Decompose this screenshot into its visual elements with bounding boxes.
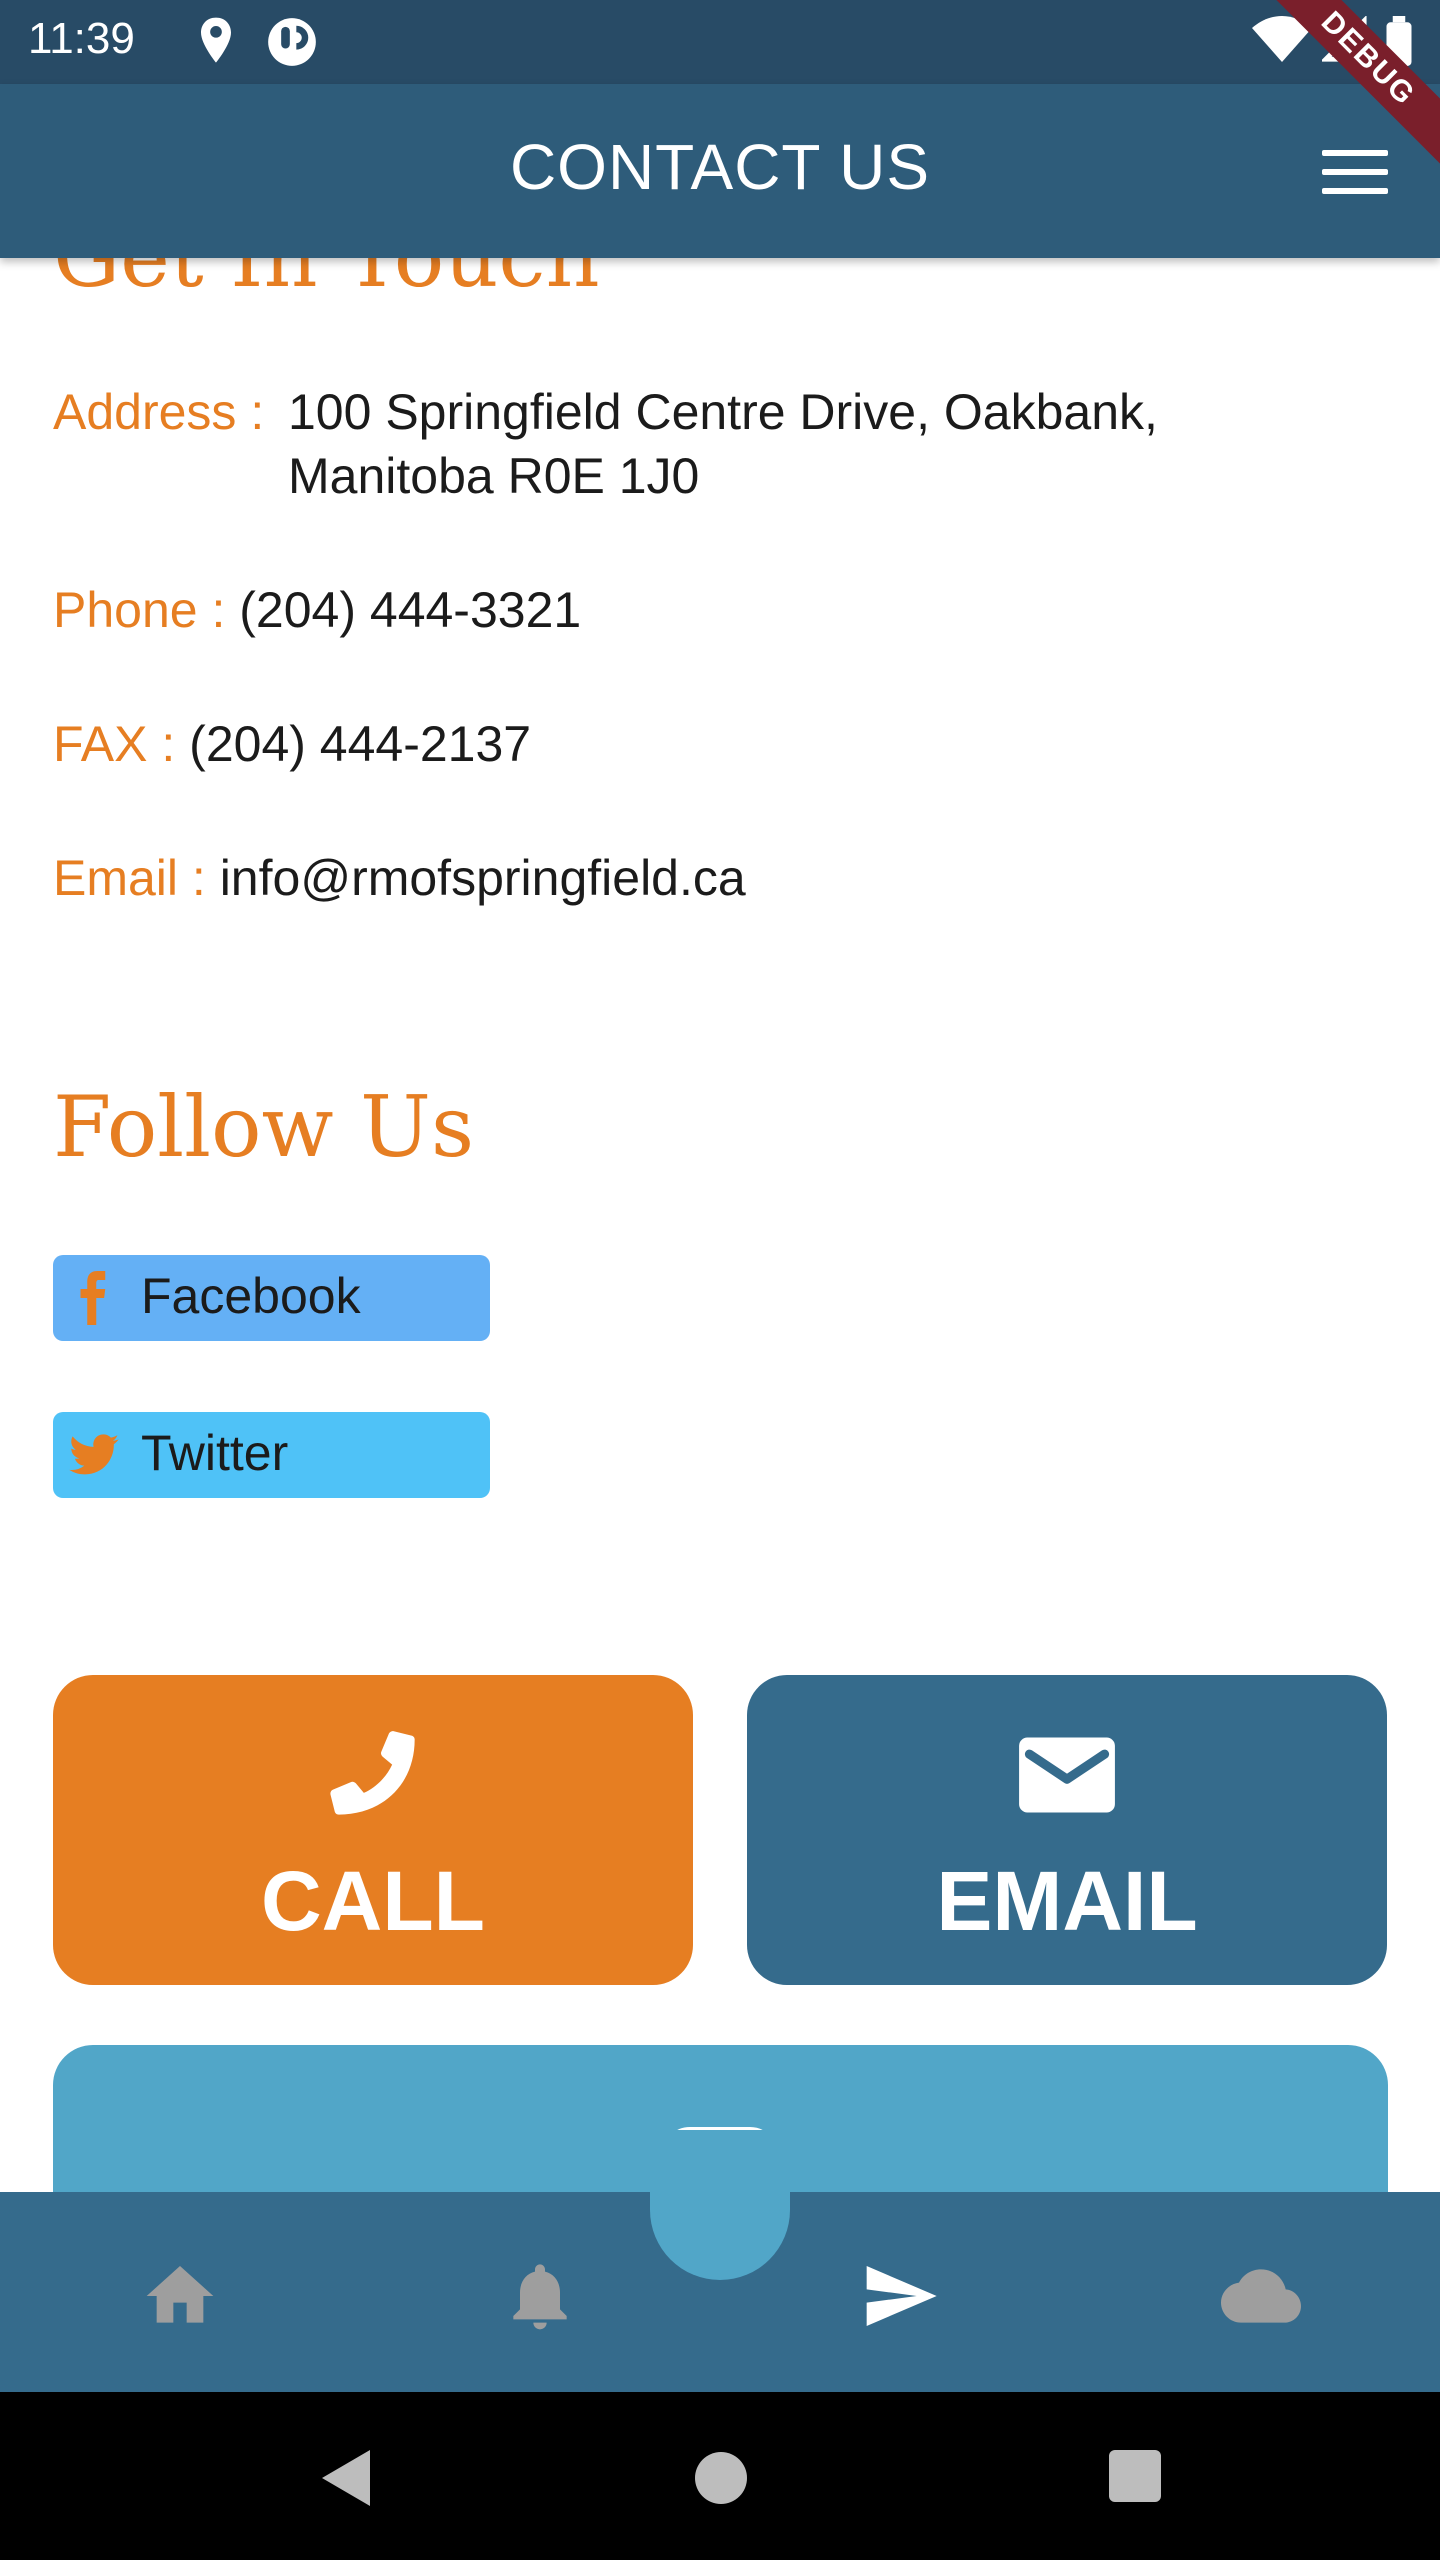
bell-icon[interactable] — [500, 2256, 580, 2336]
facebook-label: Facebook — [141, 1268, 361, 1324]
cloud-icon[interactable] — [1216, 2256, 1306, 2336]
envelope-icon — [1019, 1737, 1115, 1813]
home-icon[interactable] — [140, 2256, 220, 2336]
email-label: Email : — [53, 850, 220, 906]
follow-us-heading: Follow Us — [53, 1078, 475, 1176]
call-button[interactable]: CALL — [53, 1675, 693, 1985]
fax-label: FAX : — [53, 716, 190, 772]
email-value[interactable]: info@rmofspringfield.ca — [220, 850, 746, 906]
fax-row: FAX : (204) 444-2137 — [53, 712, 1393, 776]
hamburger-menu-icon[interactable] — [1322, 150, 1388, 194]
get-in-touch-heading: Get In Touch — [53, 258, 600, 306]
send-icon[interactable] — [860, 2256, 940, 2336]
address-row: Address : 100 Springfield Centre Drive, … — [53, 380, 1393, 504]
recent-apps-icon[interactable] — [1109, 2450, 1161, 2502]
contact-content[interactable]: Get In Touch Address : 100 Springfield C… — [0, 258, 1440, 2192]
twitter-label: Twitter — [141, 1425, 289, 1481]
facebook-icon — [80, 1271, 106, 1325]
address-line-1: 100 Springfield Centre Drive, Oakbank, — [288, 384, 1158, 440]
home-button-icon[interactable] — [695, 2452, 747, 2504]
phone-icon — [330, 1731, 415, 1815]
fax-value: (204) 444-2137 — [189, 716, 532, 772]
address-label: Address : — [53, 384, 265, 440]
twitter-button[interactable]: Twitter — [53, 1412, 490, 1498]
location-icon — [201, 17, 231, 63]
app-bar: CONTACT US — [0, 84, 1440, 258]
status-time: 11:39 — [28, 14, 135, 63]
email-row[interactable]: Email : info@rmofspringfield.ca — [53, 846, 1393, 910]
back-icon[interactable] — [318, 2446, 374, 2510]
phone-label: Phone : — [53, 582, 240, 638]
address-line-2: Manitoba R0E 1J0 — [288, 448, 700, 504]
nav-center-bump[interactable] — [650, 2130, 790, 2280]
phone-value[interactable]: (204) 444-3321 — [239, 582, 581, 638]
page-title: CONTACT US — [509, 131, 931, 203]
facebook-button[interactable]: Facebook — [53, 1255, 490, 1341]
email-label: EMAIL — [936, 1854, 1198, 1948]
twitter-icon — [69, 1434, 119, 1475]
email-button[interactable]: EMAIL — [747, 1675, 1387, 1985]
status-bar: 11:39 — [0, 0, 1440, 84]
app-notification-icon — [268, 18, 316, 66]
phone-row[interactable]: Phone : (204) 444-3321 — [53, 578, 1393, 642]
call-label: CALL — [261, 1854, 485, 1948]
